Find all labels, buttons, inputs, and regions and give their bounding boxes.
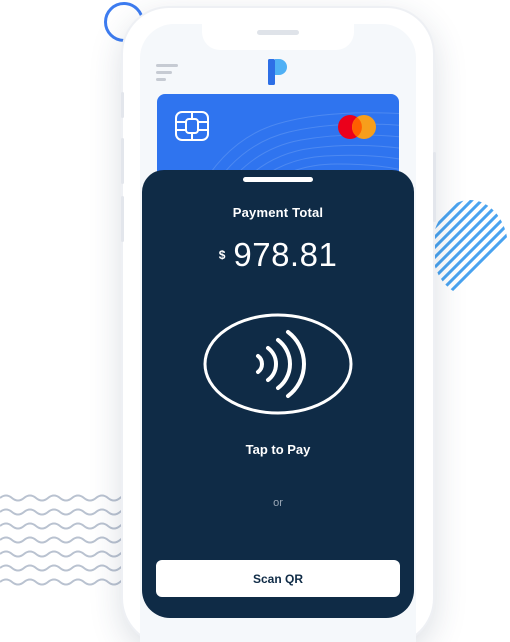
side-button <box>121 138 124 184</box>
decorative-stripes <box>432 200 508 296</box>
phone-notch <box>202 24 354 50</box>
currency-symbol: $ <box>218 248 226 262</box>
tap-to-pay-label: Tap to Pay <box>245 442 311 457</box>
sheet-handle[interactable] <box>243 177 313 182</box>
card-chip-icon <box>175 111 209 141</box>
side-button <box>121 196 124 242</box>
amount-value: 978.81 <box>233 236 338 273</box>
scan-qr-button[interactable]: Scan QR <box>156 560 400 597</box>
phone-speaker <box>257 30 299 35</box>
mastercard-logo <box>338 115 376 139</box>
side-button <box>121 92 124 118</box>
contactless-icon[interactable] <box>202 312 354 416</box>
or-divider-label: or <box>273 497 283 509</box>
side-button <box>433 152 436 222</box>
payment-amount: $978.81 <box>142 236 414 274</box>
hamburger-menu-icon[interactable] <box>156 64 180 82</box>
decorative-waves <box>0 494 130 586</box>
p-logo-icon <box>268 59 287 85</box>
payment-total-title: Payment Total <box>232 205 324 220</box>
app-showcase: Payment Total $978.81 Tap to Pay or Scan… <box>0 0 510 642</box>
